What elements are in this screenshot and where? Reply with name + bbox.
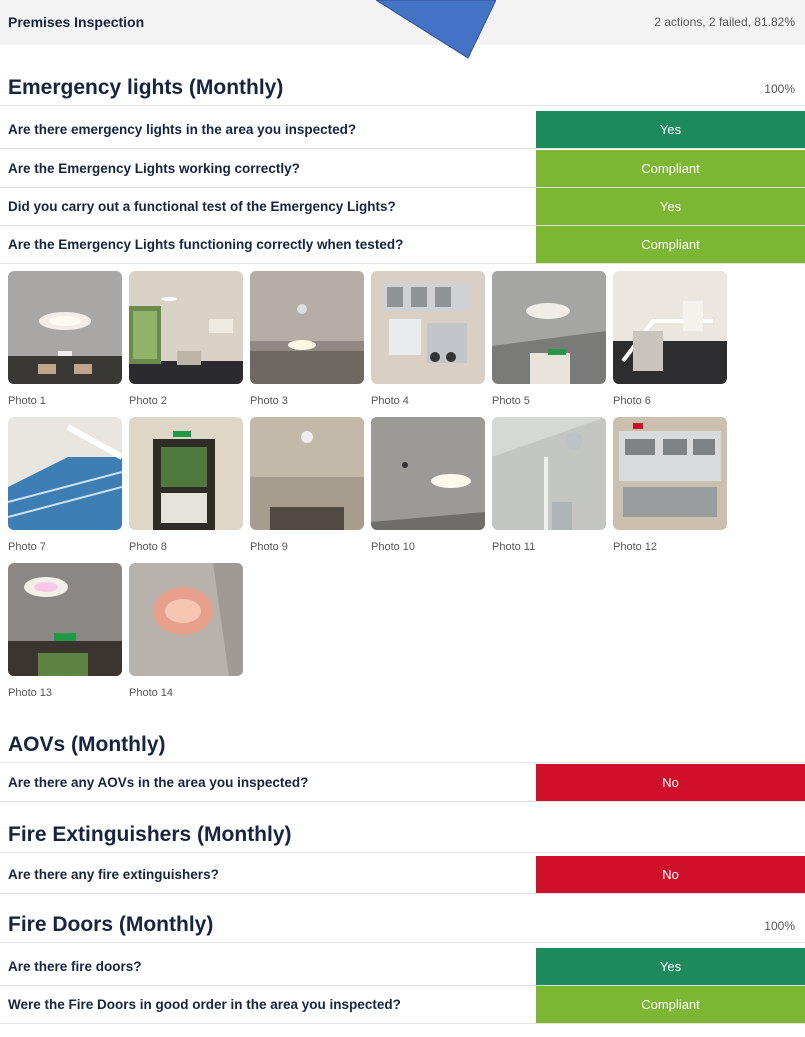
question-row: Are there emergency lights in the area y… <box>0 111 805 149</box>
question-text: Were the Fire Doors in good order in the… <box>8 997 401 1012</box>
photo-caption: Photo 5 <box>492 395 530 407</box>
section-title: Fire Doors (Monthly) <box>8 913 214 936</box>
photo-caption: Photo 14 <box>129 687 174 699</box>
question-row: Are the Emergency Lights functioning cor… <box>0 226 805 264</box>
question-text: Are there emergency lights in the area y… <box>8 122 357 137</box>
question-row: Are there fire doors? Yes <box>0 948 805 986</box>
photo-image <box>129 563 243 676</box>
photo-image <box>129 417 243 530</box>
photo-caption: Photo 11 <box>492 541 536 553</box>
photo-caption: Photo 7 <box>8 541 46 553</box>
question-text: Are the Emergency Lights working correct… <box>8 161 300 176</box>
photo-caption: Photo 3 <box>250 395 288 407</box>
section-emergency-lights: Emergency lights (Monthly) 100% <box>0 70 805 106</box>
photo-image <box>492 271 606 384</box>
photo-thumbnail[interactable]: Photo 8 <box>129 417 243 553</box>
photo-image <box>492 417 606 530</box>
photo-caption: Photo 10 <box>371 541 416 553</box>
answer-badge: Yes <box>536 948 805 985</box>
photo-thumbnail[interactable]: Photo 1 <box>8 271 122 407</box>
answer-badge: Yes <box>536 111 805 148</box>
question-text: Are there any AOVs in the area you inspe… <box>8 775 309 790</box>
photo-thumbnail[interactable]: Photo 7 <box>8 417 122 553</box>
photo-thumbnail[interactable]: Photo 10 <box>371 417 485 553</box>
photo-caption: Photo 4 <box>371 395 409 407</box>
photo-image <box>371 417 485 530</box>
section-aovs: AOVs (Monthly) <box>0 727 805 763</box>
photo-caption: Photo 13 <box>8 687 53 699</box>
answer-badge: No <box>536 764 805 801</box>
section-percent: 100% <box>764 82 795 96</box>
question-row: Are the Emergency Lights working correct… <box>0 150 805 188</box>
photo-image <box>613 417 727 530</box>
question-row: Are there any fire extinguishers? No <box>0 856 805 894</box>
photo-caption: Photo 9 <box>250 541 288 553</box>
photo-image <box>129 271 243 384</box>
photo-caption: Photo 6 <box>613 395 651 407</box>
section-title: Fire Extinguishers (Monthly) <box>8 823 292 846</box>
question-text: Are there any fire extinguishers? <box>8 867 219 882</box>
report-title: Premises Inspection <box>8 14 145 30</box>
photo-image <box>371 271 485 384</box>
photo-thumbnail[interactable]: Photo 9 <box>250 417 364 553</box>
section-percent: 100% <box>764 919 795 933</box>
photo-thumbnail[interactable]: Photo 2 <box>129 271 243 407</box>
photo-thumbnail[interactable]: Photo 13 <box>8 563 122 699</box>
photo-thumbnail[interactable]: Photo 4 <box>371 271 485 407</box>
section-title: AOVs (Monthly) <box>8 733 166 756</box>
question-row: Did you carry out a functional test of t… <box>0 188 805 226</box>
photo-caption: Photo 12 <box>613 541 658 553</box>
photo-image <box>8 271 122 384</box>
question-text: Did you carry out a functional test of t… <box>8 199 396 214</box>
photo-image <box>250 271 364 384</box>
question-text: Are the Emergency Lights functioning cor… <box>8 237 404 252</box>
photo-image <box>8 563 122 676</box>
photo-thumbnail[interactable]: Photo 11 <box>492 417 606 553</box>
answer-badge: Compliant <box>536 226 805 263</box>
photo-image <box>8 417 122 530</box>
photo-thumbnail[interactable]: Photo 5 <box>492 271 606 407</box>
photo-thumbnail[interactable]: Photo 14 <box>129 563 243 699</box>
section-fire-extinguishers: Fire Extinguishers (Monthly) <box>0 817 805 853</box>
report-summary: 2 actions, 2 failed, 81.82% <box>654 15 795 29</box>
section-title: Emergency lights (Monthly) <box>8 76 284 99</box>
photo-thumbnail[interactable]: Photo 3 <box>250 271 364 407</box>
answer-badge: Compliant <box>536 986 805 1023</box>
photo-caption: Photo 2 <box>129 395 167 407</box>
question-text: Are there fire doors? <box>8 959 142 974</box>
question-row: Were the Fire Doors in good order in the… <box>0 986 805 1024</box>
photo-thumbnail[interactable]: Photo 12 <box>613 417 727 553</box>
annotation-arrow <box>376 0 496 59</box>
question-row: Are there any AOVs in the area you inspe… <box>0 764 805 802</box>
photo-image <box>250 417 364 530</box>
photo-thumbnail[interactable]: Photo 6 <box>613 271 727 407</box>
section-fire-doors: Fire Doors (Monthly) 100% <box>0 907 805 943</box>
answer-badge: Compliant <box>536 150 805 187</box>
answer-badge: No <box>536 856 805 893</box>
photo-caption: Photo 8 <box>129 541 167 553</box>
photo-image <box>613 271 727 384</box>
photo-caption: Photo 1 <box>8 395 46 407</box>
answer-badge: Yes <box>536 188 805 225</box>
